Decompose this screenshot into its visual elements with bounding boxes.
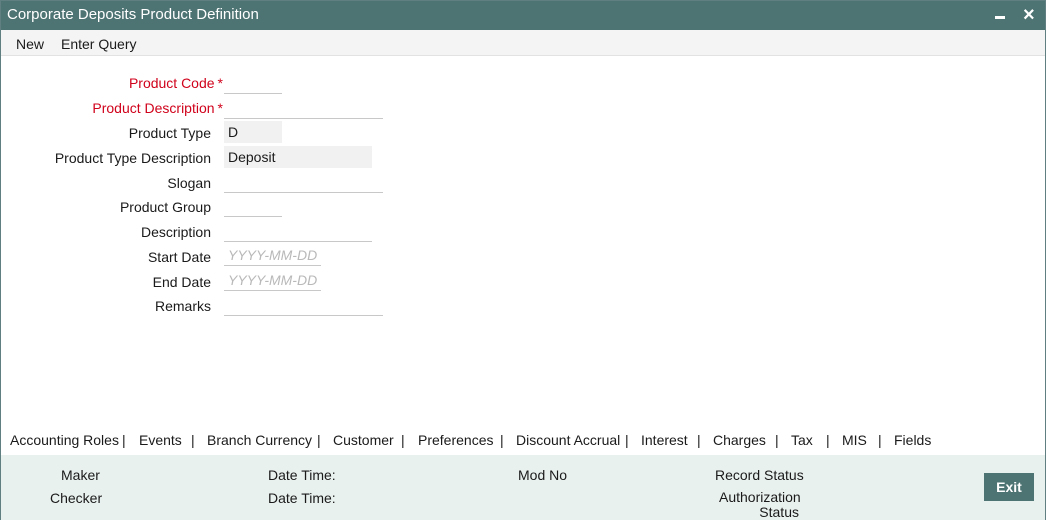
end-date-input[interactable] bbox=[224, 269, 321, 291]
tab-fields[interactable]: Fields bbox=[894, 432, 931, 448]
tab-bar: Accounting Roles | Events | Branch Curre… bbox=[1, 426, 1045, 455]
tab-mis[interactable]: MIS bbox=[842, 432, 867, 448]
close-icon: × bbox=[1023, 4, 1035, 26]
description-label: Description bbox=[140, 224, 211, 240]
tab-interest[interactable]: Interest bbox=[641, 432, 688, 448]
start-date-input[interactable] bbox=[224, 244, 321, 266]
close-button[interactable]: × bbox=[1019, 4, 1041, 26]
product-type-label: Product Type bbox=[128, 125, 211, 141]
tab-separator: | bbox=[826, 432, 830, 448]
required-mark: * bbox=[217, 100, 223, 116]
tab-discount-accrual[interactable]: Discount Accrual bbox=[516, 432, 620, 448]
slogan-input[interactable] bbox=[224, 171, 383, 193]
minimize-button[interactable] bbox=[989, 4, 1011, 26]
product-definition-window: Corporate Deposits Product Definition × … bbox=[0, 0, 1046, 520]
product-code-label: Product Code * bbox=[128, 75, 223, 91]
tab-separator: | bbox=[122, 432, 126, 448]
menu-enter-query[interactable]: Enter Query bbox=[61, 36, 136, 52]
product-form: Product Code * Product Description * Produ… bbox=[1, 56, 1045, 426]
window-title: Corporate Deposits Product Definition bbox=[7, 6, 259, 23]
record-status-label: Record Status bbox=[715, 467, 804, 483]
start-date-label: Start Date bbox=[147, 249, 211, 265]
audit-footer: Maker Checker Date Time: Date Time: Mod … bbox=[1, 455, 1045, 520]
remarks-label: Remarks bbox=[154, 298, 211, 314]
product-code-input[interactable] bbox=[224, 72, 282, 94]
tab-separator: | bbox=[191, 432, 195, 448]
end-date-label: End Date bbox=[152, 274, 211, 290]
mod-no-label: Mod No bbox=[518, 467, 568, 483]
tab-branch-currency[interactable]: Branch Currency bbox=[207, 432, 312, 448]
tab-separator: | bbox=[878, 432, 882, 448]
exit-button[interactable]: Exit bbox=[984, 473, 1034, 501]
product-description-label: Product Description * bbox=[92, 100, 223, 116]
tab-charges[interactable]: Charges bbox=[713, 432, 766, 448]
product-group-label: Product Group bbox=[119, 199, 211, 215]
tab-separator: | bbox=[775, 432, 779, 448]
tab-separator: | bbox=[317, 432, 321, 448]
remarks-input[interactable] bbox=[224, 294, 383, 316]
tab-separator: | bbox=[697, 432, 701, 448]
checker-label: Checker bbox=[50, 490, 103, 506]
tab-tax[interactable]: Tax bbox=[791, 432, 813, 448]
tab-customer[interactable]: Customer bbox=[333, 432, 394, 448]
authorization-status-label: Authorization Status bbox=[719, 489, 801, 520]
tab-preferences[interactable]: Preferences bbox=[418, 432, 493, 448]
description-input[interactable] bbox=[224, 220, 372, 242]
tab-separator: | bbox=[625, 432, 629, 448]
product-type-input[interactable] bbox=[224, 121, 282, 143]
tab-accounting-roles[interactable]: Accounting Roles bbox=[10, 432, 119, 448]
required-mark: * bbox=[217, 75, 223, 91]
product-type-description-label: Product Type Description bbox=[54, 150, 211, 166]
menu-bar: New Enter Query bbox=[1, 30, 1045, 56]
product-group-input[interactable] bbox=[224, 195, 282, 217]
menu-new[interactable]: New bbox=[16, 36, 44, 52]
tab-separator: | bbox=[401, 432, 405, 448]
checker-date-time-label: Date Time: bbox=[268, 490, 336, 506]
slogan-label: Slogan bbox=[167, 175, 211, 191]
tab-events[interactable]: Events bbox=[139, 432, 182, 448]
tab-separator: | bbox=[500, 432, 504, 448]
product-type-description-input[interactable] bbox=[224, 146, 372, 168]
product-description-input[interactable] bbox=[224, 97, 383, 119]
maker-date-time-label: Date Time: bbox=[268, 467, 336, 483]
title-bar: Corporate Deposits Product Definition × bbox=[1, 1, 1045, 30]
minimize-icon bbox=[995, 16, 1005, 19]
maker-label: Maker bbox=[61, 467, 100, 483]
